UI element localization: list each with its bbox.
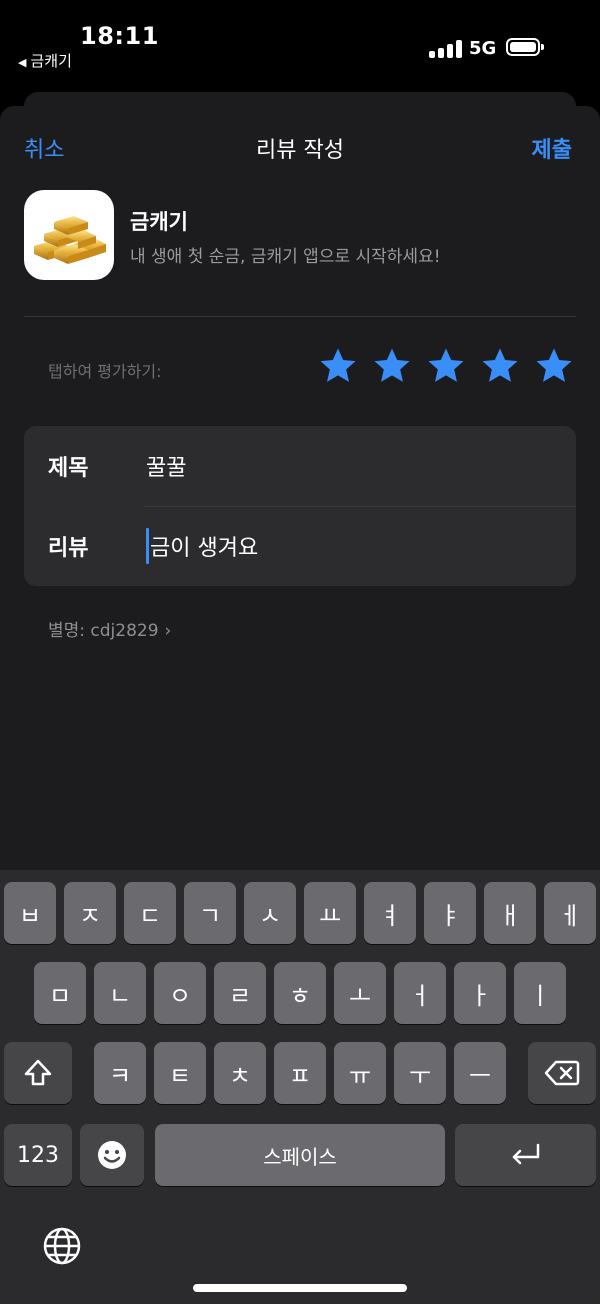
key-1-8[interactable]: ㅑ [424, 882, 476, 944]
back-app-label: 금캐기 [30, 52, 72, 70]
submit-button[interactable]: 제출 [532, 132, 572, 164]
key-3-7[interactable]: ㅡ [454, 1042, 506, 1104]
key-1-1[interactable]: ㅂ [4, 882, 56, 944]
key-2-7[interactable]: ㅓ [394, 962, 446, 1024]
key-2-8[interactable]: ㅏ [454, 962, 506, 1024]
key-3-5[interactable]: ㅠ [334, 1042, 386, 1104]
key-3-6[interactable]: ㅜ [394, 1042, 446, 1104]
key-1-2[interactable]: ㅈ [64, 882, 116, 944]
nickname-link[interactable]: 별명: cdj2829 › [48, 616, 171, 641]
numbers-key[interactable]: 123 [4, 1124, 72, 1186]
star-icon-3[interactable] [426, 346, 466, 386]
divider [24, 316, 576, 317]
page-title: 리뷰 작성 [256, 138, 344, 163]
delete-key[interactable] [528, 1042, 596, 1104]
return-icon [512, 1143, 539, 1165]
emoji-key[interactable] [80, 1124, 144, 1186]
battery-icon [506, 38, 544, 56]
home-indicator [193, 1284, 407, 1292]
globe-icon[interactable] [42, 1226, 82, 1266]
app-icon [24, 190, 114, 280]
key-3-2[interactable]: ㅌ [154, 1042, 206, 1104]
star-icon-5[interactable] [534, 346, 574, 386]
review-input[interactable]: 금이 생겨요 [150, 530, 258, 562]
star-icon-2[interactable] [372, 346, 412, 386]
network-type: 5G [469, 38, 497, 59]
status-time: 18:11 [80, 22, 159, 50]
review-form: 제목 꿀꿀 리뷰 금이 생겨요 [24, 426, 576, 586]
chevron-right-icon: › [164, 621, 172, 641]
status-bar: 18:11 ◀ 금캐기 5G [0, 0, 600, 80]
key-2-3[interactable]: ㅇ [154, 962, 206, 1024]
key-2-5[interactable]: ㅎ [274, 962, 326, 1024]
app-subtitle: 내 생애 첫 순금, 금캐기 앱으로 시작하세요! [130, 247, 441, 267]
key-1-3[interactable]: ㄷ [124, 882, 176, 944]
shift-icon [24, 1059, 52, 1086]
key-2-4[interactable]: ㄹ [214, 962, 266, 1024]
review-row[interactable]: 리뷰 금이 생겨요 [24, 506, 576, 586]
gold-bars-icon [34, 216, 106, 264]
key-3-1[interactable]: ㅋ [94, 1042, 146, 1104]
key-1-7[interactable]: ㅕ [364, 882, 416, 944]
app-name: 금캐기 [130, 210, 188, 234]
key-1-4[interactable]: ㄱ [184, 882, 236, 944]
shift-key[interactable] [4, 1042, 72, 1104]
cellular-signal-icon [429, 40, 463, 58]
title-row[interactable]: 제목 꿀꿀 [24, 426, 576, 506]
space-key[interactable]: 스페이스 [155, 1124, 445, 1186]
star-icon-1[interactable] [318, 346, 358, 386]
keyboard: ㅂㅈㄷㄱㅅㅛㅕㅑㅐㅔ ㅁㄴㅇㄹㅎㅗㅓㅏㅣ ㅋㅌㅊㅍㅠㅜㅡ 123 스페이스 [0, 870, 600, 1304]
nickname-label: 별명: cdj2829 [48, 621, 159, 641]
back-to-app-link[interactable]: ◀ 금캐기 [18, 50, 72, 71]
key-2-1[interactable]: ㅁ [34, 962, 86, 1024]
backspace-icon [544, 1060, 580, 1086]
key-1-10[interactable]: ㅔ [544, 882, 596, 944]
key-1-9[interactable]: ㅐ [484, 882, 536, 944]
back-triangle-icon: ◀ [18, 56, 27, 69]
key-3-4[interactable]: ㅍ [274, 1042, 326, 1104]
key-1-5[interactable]: ㅅ [244, 882, 296, 944]
cancel-button[interactable]: 취소 [24, 132, 64, 164]
title-input[interactable]: 꿀꿀 [146, 450, 186, 482]
emoji-icon [98, 1141, 126, 1169]
key-1-6[interactable]: ㅛ [304, 882, 356, 944]
key-2-9[interactable]: ㅣ [514, 962, 566, 1024]
key-2-2[interactable]: ㄴ [94, 962, 146, 1024]
key-3-3[interactable]: ㅊ [214, 1042, 266, 1104]
text-cursor [146, 528, 149, 564]
review-label: 리뷰 [48, 536, 89, 561]
title-label: 제목 [48, 456, 89, 481]
key-2-6[interactable]: ㅗ [334, 962, 386, 1024]
return-key[interactable] [455, 1124, 596, 1186]
star-icon-4[interactable] [480, 346, 520, 386]
rating-hint: 탭하여 평가하기: [48, 362, 162, 381]
